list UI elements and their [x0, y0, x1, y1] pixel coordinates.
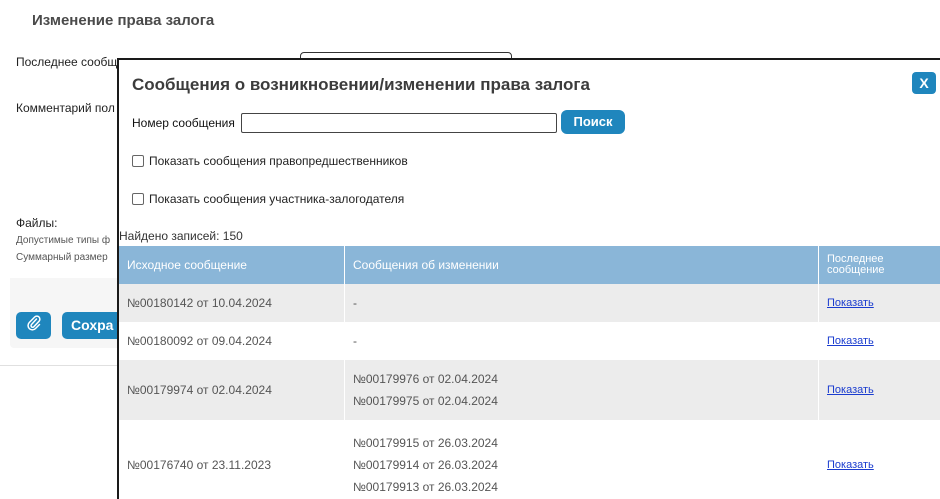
change-message: №00179975 от 02.04.2024: [353, 394, 498, 408]
last-message-cell: Показать: [819, 360, 940, 420]
change-message: №00179913 от 26.03.2024: [353, 480, 498, 494]
last-message-label: Последнее сообщ: [16, 55, 118, 69]
change-message: №00179914 от 26.03.2024: [353, 458, 498, 472]
change-message: №00179915 от 26.03.2024: [353, 436, 498, 450]
records-found-count: Найдено записей: 150: [119, 229, 243, 243]
close-button[interactable]: X: [912, 72, 936, 94]
modal-title: Сообщения о возникновении/изменении прав…: [132, 75, 590, 94]
table-header: Исходное сообщение Сообщения об изменени…: [119, 246, 940, 284]
messages-table: Исходное сообщение Сообщения об изменени…: [119, 246, 940, 499]
changes-cell: -: [345, 322, 819, 360]
changes-cell: №00179915 от 26.03.2024 №00179914 от 26.…: [345, 420, 819, 499]
show-link[interactable]: Показать: [827, 297, 874, 309]
column-header-changes[interactable]: Сообщения об изменении: [345, 246, 819, 284]
comment-label: Комментарий пол: [16, 101, 115, 115]
message-number-label: Номер сообщения: [132, 116, 235, 130]
checkbox[interactable]: [132, 155, 144, 167]
table-row: №00180142 от 10.04.2024 - Показать: [119, 284, 940, 322]
last-message-cell: Показать: [819, 420, 940, 499]
table-row: №00176740 от 23.11.2023 №00179915 от 26.…: [119, 420, 940, 499]
column-header-last[interactable]: Последнее сообщение: [819, 246, 940, 284]
files-label: Файлы:: [16, 216, 58, 230]
checkbox-predecessors-label: Показать сообщения правопредшественников: [149, 154, 408, 168]
original-message-cell: №00180142 от 10.04.2024: [119, 284, 345, 322]
divider: [0, 365, 120, 366]
table-row: №00180092 от 09.04.2024 - Показать: [119, 322, 940, 360]
message-number-input[interactable]: [241, 113, 557, 133]
show-link[interactable]: Показать: [827, 384, 874, 396]
attach-button[interactable]: [16, 312, 51, 339]
last-message-cell: Показать: [819, 322, 940, 360]
show-link[interactable]: Показать: [827, 335, 874, 347]
last-message-cell: Показать: [819, 284, 940, 322]
paperclip-icon: [26, 315, 41, 336]
checkbox-pledgor[interactable]: Показать сообщения участника-залогодател…: [132, 192, 404, 206]
changes-cell: №00179976 от 02.04.2024 №00179975 от 02.…: [345, 360, 819, 420]
column-header-original[interactable]: Исходное сообщение: [119, 246, 345, 284]
original-message-cell: №00176740 от 23.11.2023: [119, 420, 345, 499]
checkbox-predecessors[interactable]: Показать сообщения правопредшественников: [132, 154, 408, 168]
allowed-types-label: Допустимые типы ф: [16, 235, 111, 246]
table-row: №00179974 от 02.04.2024 №00179976 от 02.…: [119, 360, 940, 420]
pledge-messages-modal: Сообщения о возникновении/изменении прав…: [117, 58, 940, 499]
original-message-cell: №00180092 от 09.04.2024: [119, 322, 345, 360]
changes-cell: -: [345, 284, 819, 322]
change-message: №00179976 от 02.04.2024: [353, 372, 498, 386]
original-message-cell: №00179974 от 02.04.2024: [119, 360, 345, 420]
search-button[interactable]: Поиск: [561, 110, 625, 134]
checkbox-pledgor-label: Показать сообщения участника-залогодател…: [149, 192, 405, 206]
checkbox[interactable]: [132, 193, 144, 205]
page-title: Изменение права залога: [32, 12, 215, 29]
total-size-label: Суммарный размер: [16, 252, 108, 263]
show-link[interactable]: Показать: [827, 459, 874, 471]
